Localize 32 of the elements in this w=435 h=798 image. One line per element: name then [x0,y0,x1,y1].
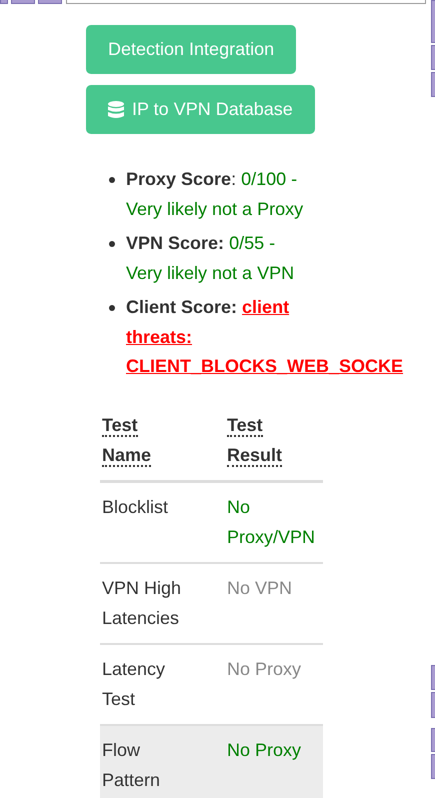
bullet-icon [109,241,115,247]
column-header: Test Name [102,414,152,468]
threat-link[interactable]: threats: [126,322,192,352]
database-icon [108,100,124,118]
test-result: No VPN [227,578,292,598]
side-fragment [431,72,435,97]
side-fragment [431,45,435,70]
test-name: Blocklist [102,496,168,518]
test-name: Flow Pattern [102,738,162,792]
bullet-icon [109,305,115,311]
side-fragment [431,0,435,43]
side-fragment [431,692,435,718]
test-result: No Proxy [227,658,302,678]
integration-button[interactable]: Detection Integration [86,25,296,74]
threat-link[interactable]: client [242,297,290,317]
bullet-icon [109,177,115,183]
column-header: Test Result [227,414,282,468]
side-fragment [431,665,435,690]
score-text: Proxy Score: 0/100 - Very likely not a Proxy [126,169,304,221]
test-name: Latency Test [102,658,166,710]
test-name: VPN High Latencies [102,576,182,630]
tab-fragment [38,0,62,4]
tab-fragment [11,0,35,4]
side-fragment [431,754,435,779]
side-fragment [431,728,435,752]
tab-fragment [0,0,8,4]
score-text: VPN Score: 0/55 - Very likely not a VPN [126,233,296,285]
threat-link[interactable]: CLIENT_BLOCKS_WEB_SOCKE [126,352,404,382]
test-result: No Proxy/VPN [227,496,316,546]
database-button[interactable]: IP to VPN Database [86,85,315,134]
score-label: Client Score: [126,297,238,317]
test-result: No Proxy [227,740,302,760]
